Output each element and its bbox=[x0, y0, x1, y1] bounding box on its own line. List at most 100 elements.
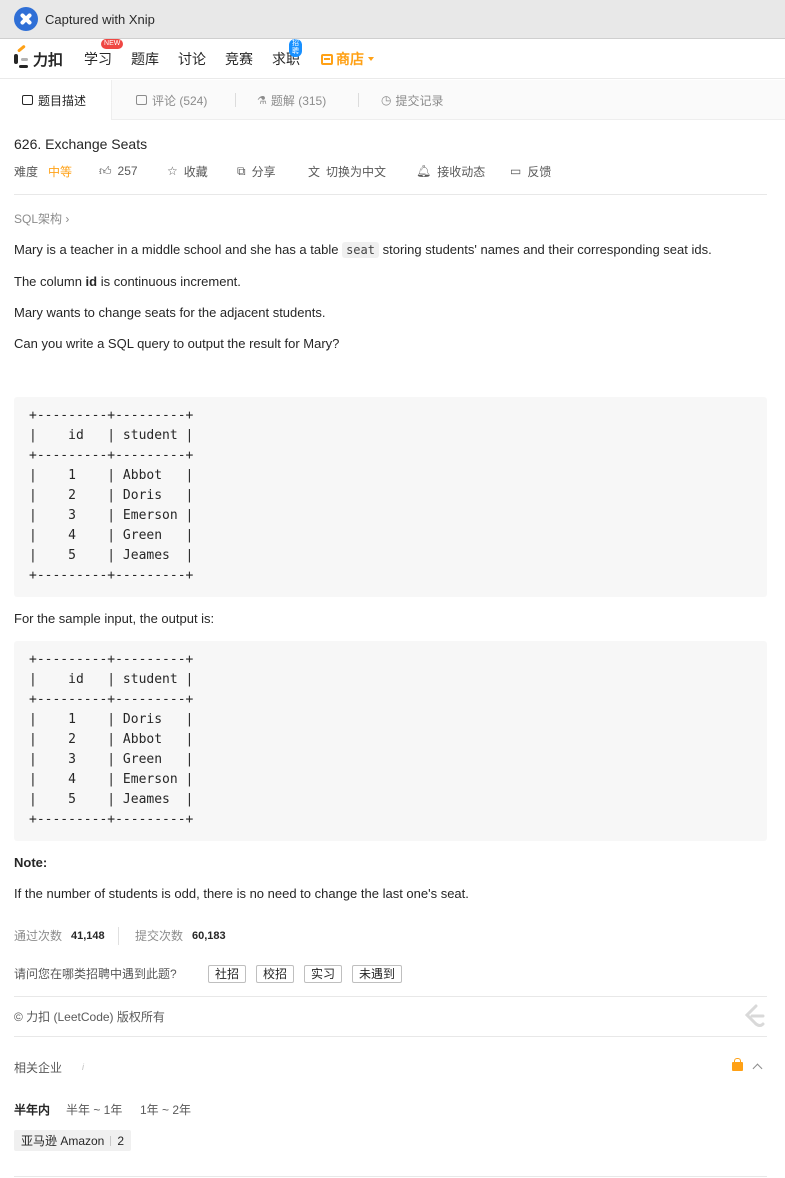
breadcrumb[interactable]: SQL架构 › bbox=[14, 210, 69, 227]
bell-icon: 🔔︎ bbox=[416, 164, 432, 178]
switch-language-label: 切换为中文 bbox=[326, 164, 387, 179]
tab-comments-label: 评论 (524) bbox=[152, 93, 208, 108]
inline-code: seat bbox=[342, 242, 379, 258]
leetcode-logo[interactable]: 力扣 bbox=[14, 44, 64, 70]
tab-submissions[interactable]: ◷ 提交记录 bbox=[381, 80, 444, 120]
clock-icon: ◷ bbox=[381, 93, 392, 107]
nav-contest[interactable]: 竞赛 bbox=[225, 49, 253, 69]
bold-text: id bbox=[85, 274, 98, 289]
description-paragraph: Mary is a teacher in a middle school and… bbox=[14, 241, 712, 259]
divider bbox=[14, 1036, 767, 1037]
difficulty-value: 中等 bbox=[48, 164, 73, 179]
submitted-count: 60,183 bbox=[192, 930, 226, 942]
store-icon bbox=[321, 53, 334, 65]
description-paragraph: Can you write a SQL query to output the … bbox=[14, 336, 340, 351]
stats-divider bbox=[118, 927, 119, 945]
survey-option-intern[interactable]: 实习 bbox=[304, 965, 343, 983]
star-icon: ☆ bbox=[167, 164, 178, 178]
question-tabs: 题目描述 评论 (524) ⚗ 题解 (315) ◷ 提交记录 bbox=[0, 80, 785, 120]
capture-titlebar: Captured with Xnip bbox=[0, 0, 785, 39]
tab-description[interactable]: 题目描述 bbox=[0, 80, 112, 120]
share-button[interactable]: ⧉ 分享 bbox=[237, 162, 276, 180]
tab-divider bbox=[235, 93, 236, 107]
nav-learn[interactable]: 学习 NEW bbox=[84, 39, 124, 69]
tab-comments[interactable]: 评论 (524) bbox=[136, 80, 207, 120]
caret-down-icon bbox=[368, 57, 375, 61]
notify-label: 接收动态 bbox=[437, 164, 486, 179]
info-icon[interactable]: i bbox=[82, 1062, 84, 1072]
lock-icon bbox=[732, 1058, 743, 1071]
description-paragraph: Mary wants to change seats for the adjac… bbox=[14, 305, 326, 320]
leetcode-logo-icon bbox=[14, 44, 30, 68]
note-text: If the number of students is odd, there … bbox=[14, 886, 469, 901]
period-half-to-one-year[interactable]: 半年 ~ 1年 bbox=[66, 1101, 122, 1118]
period-half-year[interactable]: 半年内 bbox=[14, 1101, 50, 1118]
tab-solutions-label: 题解 (315) bbox=[270, 93, 327, 108]
capture-title: Captured with Xnip bbox=[45, 11, 155, 27]
company-tag[interactable]: 亚马逊 Amazon 2 bbox=[14, 1130, 132, 1151]
sample-output-block: +---------+---------+ | id | student | +… bbox=[14, 641, 767, 841]
feedback-label: 反馈 bbox=[527, 164, 552, 179]
like-button[interactable]: 👍︎ 257 bbox=[99, 162, 138, 180]
survey-option-social[interactable]: 社招 bbox=[208, 965, 247, 983]
notify-button[interactable]: 🔔︎ 接收动态 bbox=[416, 162, 485, 180]
paragraph-text: Mary is a teacher in a middle school and… bbox=[14, 242, 343, 257]
top-navigation: 力扣 学习 NEW 题库 讨论 竞赛 求职 招聘 商店 bbox=[0, 39, 785, 79]
share-label: 分享 bbox=[251, 164, 276, 179]
sample-input-block: +---------+---------+ | id | student | +… bbox=[14, 397, 767, 597]
question-meta: 难度 中等 👍︎ 257 ☆ 收藏 ⧉ 分享 文 切换为中文 🔔︎ 接收动态 ▭… bbox=[14, 162, 774, 180]
chevron-right-icon: › bbox=[65, 212, 70, 226]
translate-icon: 文 bbox=[308, 164, 321, 179]
nav-problems-label: 题库 bbox=[131, 51, 160, 67]
nav-jobs[interactable]: 求职 招聘 bbox=[272, 39, 303, 69]
favorite-button[interactable]: ☆ 收藏 bbox=[167, 162, 208, 180]
xnip-icon bbox=[14, 7, 38, 31]
difficulty-label: 难度 bbox=[14, 164, 39, 179]
company-count: 2 bbox=[117, 1133, 125, 1148]
chevron-up-icon[interactable] bbox=[752, 1063, 763, 1074]
comment-icon bbox=[136, 95, 147, 105]
sample-output-table: +---------+---------+ | id | student | +… bbox=[29, 652, 194, 827]
nav-discuss-label: 讨论 bbox=[178, 51, 207, 67]
accepted-count: 41,148 bbox=[71, 930, 105, 942]
paragraph-text: is continuous increment. bbox=[97, 274, 241, 289]
sample-input-table: +---------+---------+ | id | student | +… bbox=[29, 408, 194, 583]
company-name: 亚马逊 Amazon bbox=[21, 1134, 105, 1148]
nav-store-label: 商店 bbox=[336, 51, 365, 67]
leetcode-logo-text: 力扣 bbox=[33, 51, 64, 69]
paragraph-text: storing students' names and their corres… bbox=[378, 242, 712, 257]
nav-discuss[interactable]: 讨论 bbox=[178, 49, 206, 69]
divider bbox=[14, 194, 767, 195]
description-paragraph: The column id is continuous increment. bbox=[14, 273, 241, 291]
submission-stats: 通过次数 41,148 提交次数 60,183 bbox=[14, 927, 414, 945]
flask-icon: ⚗ bbox=[257, 94, 267, 107]
breadcrumb-label: SQL架构 bbox=[14, 212, 63, 226]
tab-description-label: 题目描述 bbox=[38, 93, 87, 108]
thumbs-up-icon: 👍︎ bbox=[99, 163, 112, 178]
nav-learn-label: 学习 bbox=[84, 51, 113, 67]
nav-store[interactable]: 商店 bbox=[321, 49, 375, 69]
submitted-label: 提交次数 bbox=[135, 929, 184, 943]
divider bbox=[14, 996, 767, 997]
paragraph-text: The column bbox=[14, 274, 86, 289]
nav-problems[interactable]: 题库 bbox=[131, 49, 159, 69]
feedback-button[interactable]: ▭ 反馈 bbox=[510, 162, 551, 180]
note-title: Note: bbox=[14, 855, 48, 870]
tab-submissions-label: 提交记录 bbox=[395, 93, 444, 108]
tab-solutions[interactable]: ⚗ 题解 (315) bbox=[257, 80, 326, 120]
favorite-label: 收藏 bbox=[183, 164, 208, 179]
related-companies-heading: 相关企业 bbox=[14, 1061, 63, 1075]
tag-divider bbox=[110, 1135, 112, 1146]
survey-question: 请问您在哪类招聘中遇到此题? bbox=[14, 967, 177, 981]
feedback-icon: ▭ bbox=[510, 164, 522, 178]
new-badge: NEW bbox=[101, 39, 124, 49]
share-icon: ⧉ bbox=[237, 163, 246, 178]
period-one-to-two-years[interactable]: 1年 ~ 2年 bbox=[140, 1101, 191, 1118]
switch-language-button[interactable]: 文 切换为中文 bbox=[308, 162, 386, 180]
like-count: 257 bbox=[117, 164, 138, 178]
sample-output-caption: For the sample input, the output is: bbox=[14, 611, 215, 626]
survey-option-never[interactable]: 未遇到 bbox=[352, 965, 403, 983]
tab-divider bbox=[358, 93, 359, 107]
divider bbox=[14, 1176, 767, 1177]
survey-option-campus[interactable]: 校招 bbox=[256, 965, 295, 983]
